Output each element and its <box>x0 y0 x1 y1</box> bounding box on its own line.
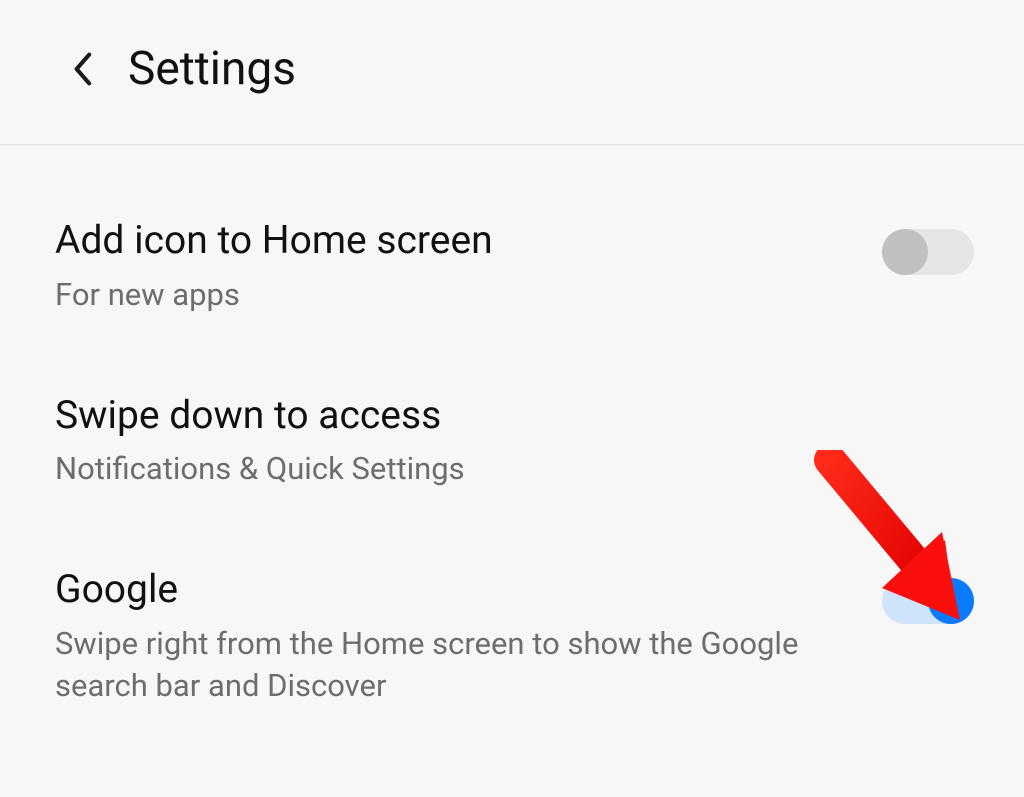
setting-text: Google Swipe right from the Home screen … <box>55 566 882 706</box>
setting-title: Google <box>55 566 842 613</box>
setting-subtitle: For new apps <box>55 274 842 316</box>
annotation-arrow-icon <box>810 450 1000 635</box>
toggle-knob <box>882 229 928 275</box>
back-button[interactable] <box>60 47 104 91</box>
setting-text: Add icon to Home screen For new apps <box>55 217 882 316</box>
setting-subtitle: Notifications & Quick Settings <box>55 448 934 490</box>
setting-title: Swipe down to access <box>55 392 934 439</box>
add-icon-toggle[interactable] <box>882 229 974 275</box>
chevron-left-icon <box>71 51 93 87</box>
settings-header: Settings <box>0 0 1024 145</box>
setting-subtitle: Swipe right from the Home screen to show… <box>55 623 842 707</box>
page-title: Settings <box>128 42 296 96</box>
setting-row-add-icon[interactable]: Add icon to Home screen For new apps <box>55 217 974 316</box>
setting-title: Add icon to Home screen <box>55 217 842 264</box>
